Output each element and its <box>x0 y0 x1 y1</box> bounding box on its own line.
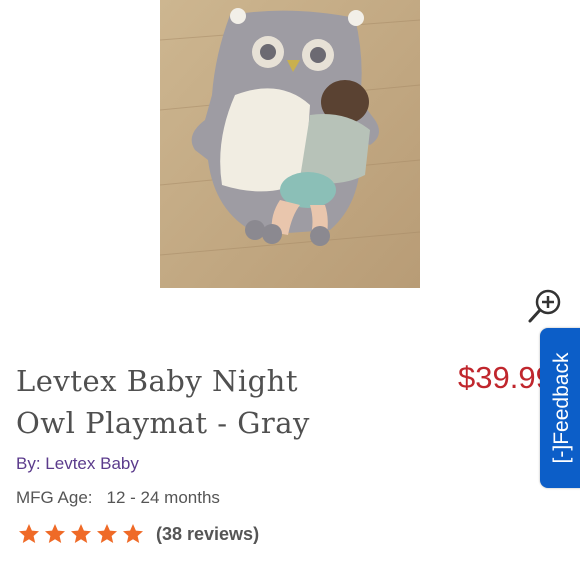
star-icon <box>71 524 91 543</box>
rating[interactable]: (38 reviews) <box>16 522 259 546</box>
owl-playmat-photo <box>160 0 420 288</box>
star-icon <box>45 524 65 543</box>
mfg-age: MFG Age: 12 - 24 months <box>16 488 220 508</box>
zoom-in-icon <box>528 289 561 323</box>
product-title: Levtex Baby Night Owl Playmat - Gray <box>16 360 436 444</box>
feedback-tab[interactable]: [-]Feedback <box>540 328 580 488</box>
feedback-label: [-]Feedback <box>550 352 573 464</box>
product-image[interactable] <box>160 0 420 288</box>
star-icon <box>97 524 117 543</box>
brand-link[interactable]: Levtex Baby <box>45 454 139 473</box>
product-title-line2: Owl Playmat - Gray <box>16 406 310 440</box>
mfg-age-label: MFG Age: <box>16 488 93 507</box>
reviews-link[interactable]: (38 reviews) <box>156 524 259 545</box>
mfg-age-value: 12 - 24 months <box>106 488 220 507</box>
product-price: $39.99 <box>458 360 553 395</box>
star-rating <box>16 522 146 546</box>
product-title-line1: Levtex Baby Night <box>16 364 299 398</box>
star-icon <box>123 524 143 543</box>
brand-line: By: Levtex Baby <box>16 454 139 474</box>
brand-prefix: By: <box>16 454 41 473</box>
star-icon <box>19 524 39 543</box>
zoom-in-button[interactable] <box>526 286 566 326</box>
